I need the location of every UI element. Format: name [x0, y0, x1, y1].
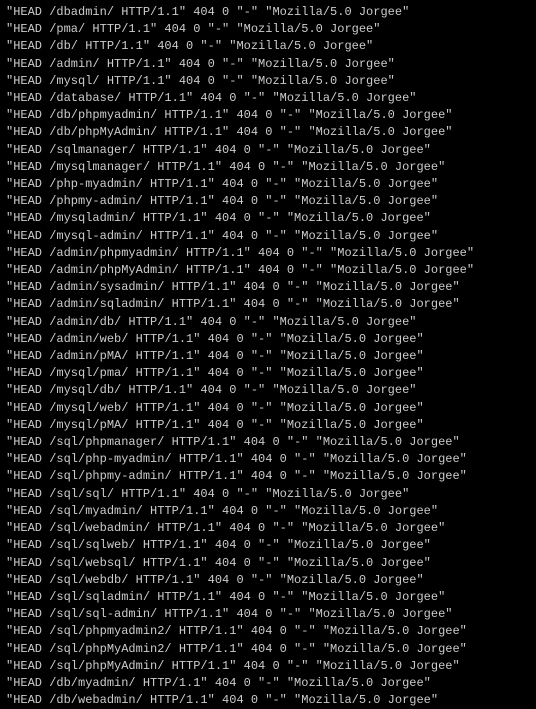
- log-line: "HEAD /sql/sql/ HTTP/1.1" 404 0 "-" "Moz…: [6, 486, 530, 503]
- log-line: "HEAD /admin/phpMyAdmin/ HTTP/1.1" 404 0…: [6, 262, 530, 279]
- log-line: "HEAD /php-myadmin/ HTTP/1.1" 404 0 "-" …: [6, 176, 530, 193]
- log-line: "HEAD /db/ HTTP/1.1" 404 0 "-" "Mozilla/…: [6, 38, 530, 55]
- log-line: "HEAD /sql/phpMyAdmin2/ HTTP/1.1" 404 0 …: [6, 641, 530, 658]
- log-line: "HEAD /admin/pMA/ HTTP/1.1" 404 0 "-" "M…: [6, 348, 530, 365]
- log-line: "HEAD /admin/sqladmin/ HTTP/1.1" 404 0 "…: [6, 296, 530, 313]
- log-line: "HEAD /mysql/ HTTP/1.1" 404 0 "-" "Mozil…: [6, 73, 530, 90]
- log-line: "HEAD /sql/phpMyAdmin/ HTTP/1.1" 404 0 "…: [6, 658, 530, 675]
- log-line: "HEAD /mysql/pMA/ HTTP/1.1" 404 0 "-" "M…: [6, 417, 530, 434]
- log-line: "HEAD /dbadmin/ HTTP/1.1" 404 0 "-" "Moz…: [6, 4, 530, 21]
- log-line: "HEAD /db/webadmin/ HTTP/1.1" 404 0 "-" …: [6, 692, 530, 709]
- log-line: "HEAD /sql/sql-admin/ HTTP/1.1" 404 0 "-…: [6, 606, 530, 623]
- terminal-log-output: "HEAD /dbadmin/ HTTP/1.1" 404 0 "-" "Moz…: [6, 4, 530, 709]
- log-line: "HEAD /sql/phpmy-admin/ HTTP/1.1" 404 0 …: [6, 468, 530, 485]
- log-line: "HEAD /admin/web/ HTTP/1.1" 404 0 "-" "M…: [6, 331, 530, 348]
- log-line: "HEAD /sql/php-myadmin/ HTTP/1.1" 404 0 …: [6, 451, 530, 468]
- log-line: "HEAD /sql/sqlweb/ HTTP/1.1" 404 0 "-" "…: [6, 537, 530, 554]
- log-line: "HEAD /admin/phpmyadmin/ HTTP/1.1" 404 0…: [6, 245, 530, 262]
- log-line: "HEAD /mysql-admin/ HTTP/1.1" 404 0 "-" …: [6, 228, 530, 245]
- log-line: "HEAD /mysql/web/ HTTP/1.1" 404 0 "-" "M…: [6, 400, 530, 417]
- log-line: "HEAD /database/ HTTP/1.1" 404 0 "-" "Mo…: [6, 90, 530, 107]
- log-line: "HEAD /db/phpmyadmin/ HTTP/1.1" 404 0 "-…: [6, 107, 530, 124]
- log-line: "HEAD /sql/websql/ HTTP/1.1" 404 0 "-" "…: [6, 555, 530, 572]
- log-line: "HEAD /sql/webadmin/ HTTP/1.1" 404 0 "-"…: [6, 520, 530, 537]
- log-line: "HEAD /sql/sqladmin/ HTTP/1.1" 404 0 "-"…: [6, 589, 530, 606]
- log-line: "HEAD /admin/sysadmin/ HTTP/1.1" 404 0 "…: [6, 279, 530, 296]
- log-line: "HEAD /mysql/pma/ HTTP/1.1" 404 0 "-" "M…: [6, 365, 530, 382]
- log-line: "HEAD /pma/ HTTP/1.1" 404 0 "-" "Mozilla…: [6, 21, 530, 38]
- log-line: "HEAD /sql/phpmyadmin2/ HTTP/1.1" 404 0 …: [6, 623, 530, 640]
- log-line: "HEAD /phpmy-admin/ HTTP/1.1" 404 0 "-" …: [6, 193, 530, 210]
- log-line: "HEAD /mysqladmin/ HTTP/1.1" 404 0 "-" "…: [6, 210, 530, 227]
- log-line: "HEAD /admin/ HTTP/1.1" 404 0 "-" "Mozil…: [6, 56, 530, 73]
- log-line: "HEAD /sql/myadmin/ HTTP/1.1" 404 0 "-" …: [6, 503, 530, 520]
- log-line: "HEAD /sqlmanager/ HTTP/1.1" 404 0 "-" "…: [6, 142, 530, 159]
- log-line: "HEAD /sql/phpmanager/ HTTP/1.1" 404 0 "…: [6, 434, 530, 451]
- log-line: "HEAD /admin/db/ HTTP/1.1" 404 0 "-" "Mo…: [6, 314, 530, 331]
- log-line: "HEAD /sql/webdb/ HTTP/1.1" 404 0 "-" "M…: [6, 572, 530, 589]
- log-line: "HEAD /db/myadmin/ HTTP/1.1" 404 0 "-" "…: [6, 675, 530, 692]
- log-line: "HEAD /mysql/db/ HTTP/1.1" 404 0 "-" "Mo…: [6, 382, 530, 399]
- log-line: "HEAD /mysqlmanager/ HTTP/1.1" 404 0 "-"…: [6, 159, 530, 176]
- log-line: "HEAD /db/phpMyAdmin/ HTTP/1.1" 404 0 "-…: [6, 124, 530, 141]
